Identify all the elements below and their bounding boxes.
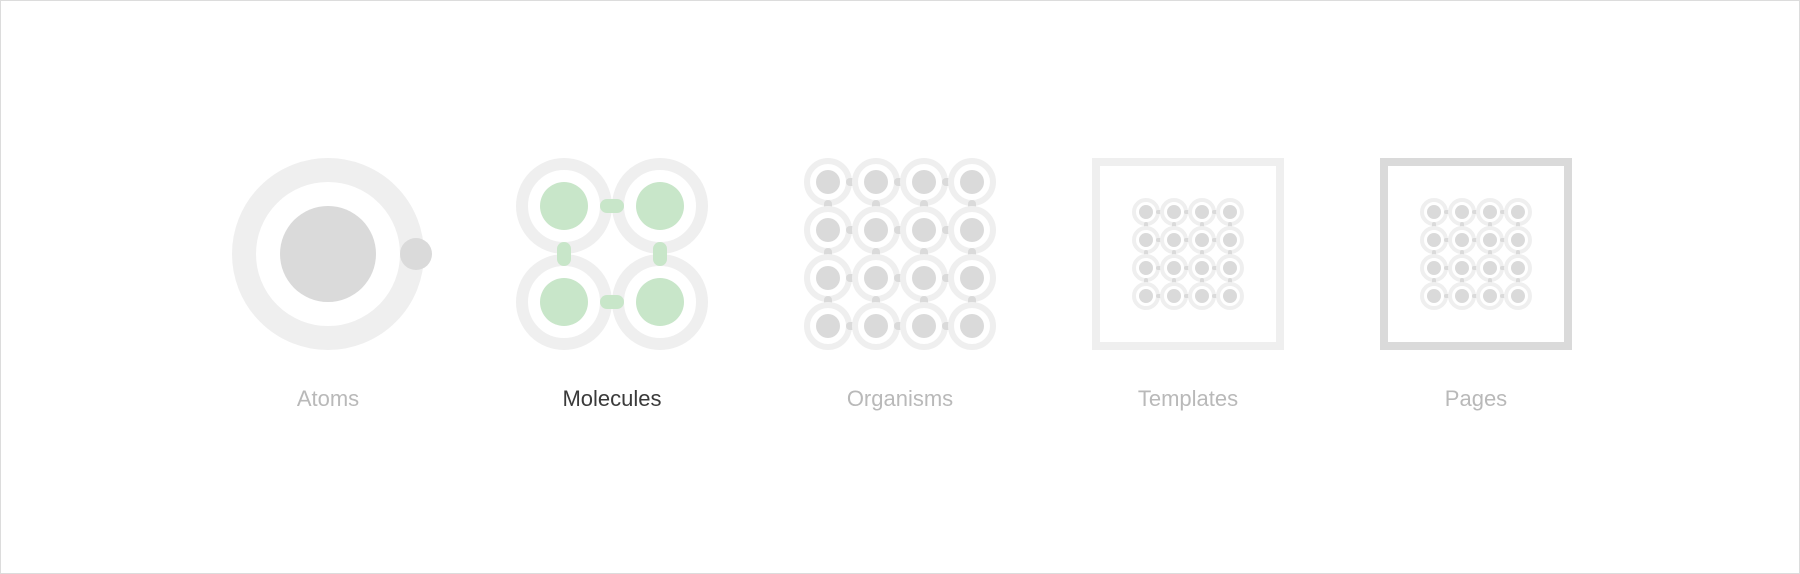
stage-label-pages[interactable]: Pages <box>1356 386 1596 412</box>
atom-icon <box>232 158 432 350</box>
template-icon <box>1092 158 1284 350</box>
stage-templates[interactable]: Templates <box>1068 150 1308 420</box>
molecule-icon <box>516 158 708 350</box>
stage-label-molecules[interactable]: Molecules <box>492 386 732 412</box>
atomic-design-stages: Atoms Molecules Organisms Templates Page… <box>0 0 1800 574</box>
stage-label-templates[interactable]: Templates <box>1068 386 1308 412</box>
stage-label-atoms[interactable]: Atoms <box>208 386 448 412</box>
stage-atoms[interactable]: Atoms <box>208 150 448 420</box>
stage-label-organisms[interactable]: Organisms <box>780 386 1020 412</box>
stage-pages[interactable]: Pages <box>1356 150 1596 420</box>
stage-organisms[interactable]: Organisms <box>780 150 1020 420</box>
page-icon <box>1380 158 1572 350</box>
stage-molecules[interactable]: Molecules <box>492 150 732 420</box>
organism-icon <box>804 158 996 350</box>
